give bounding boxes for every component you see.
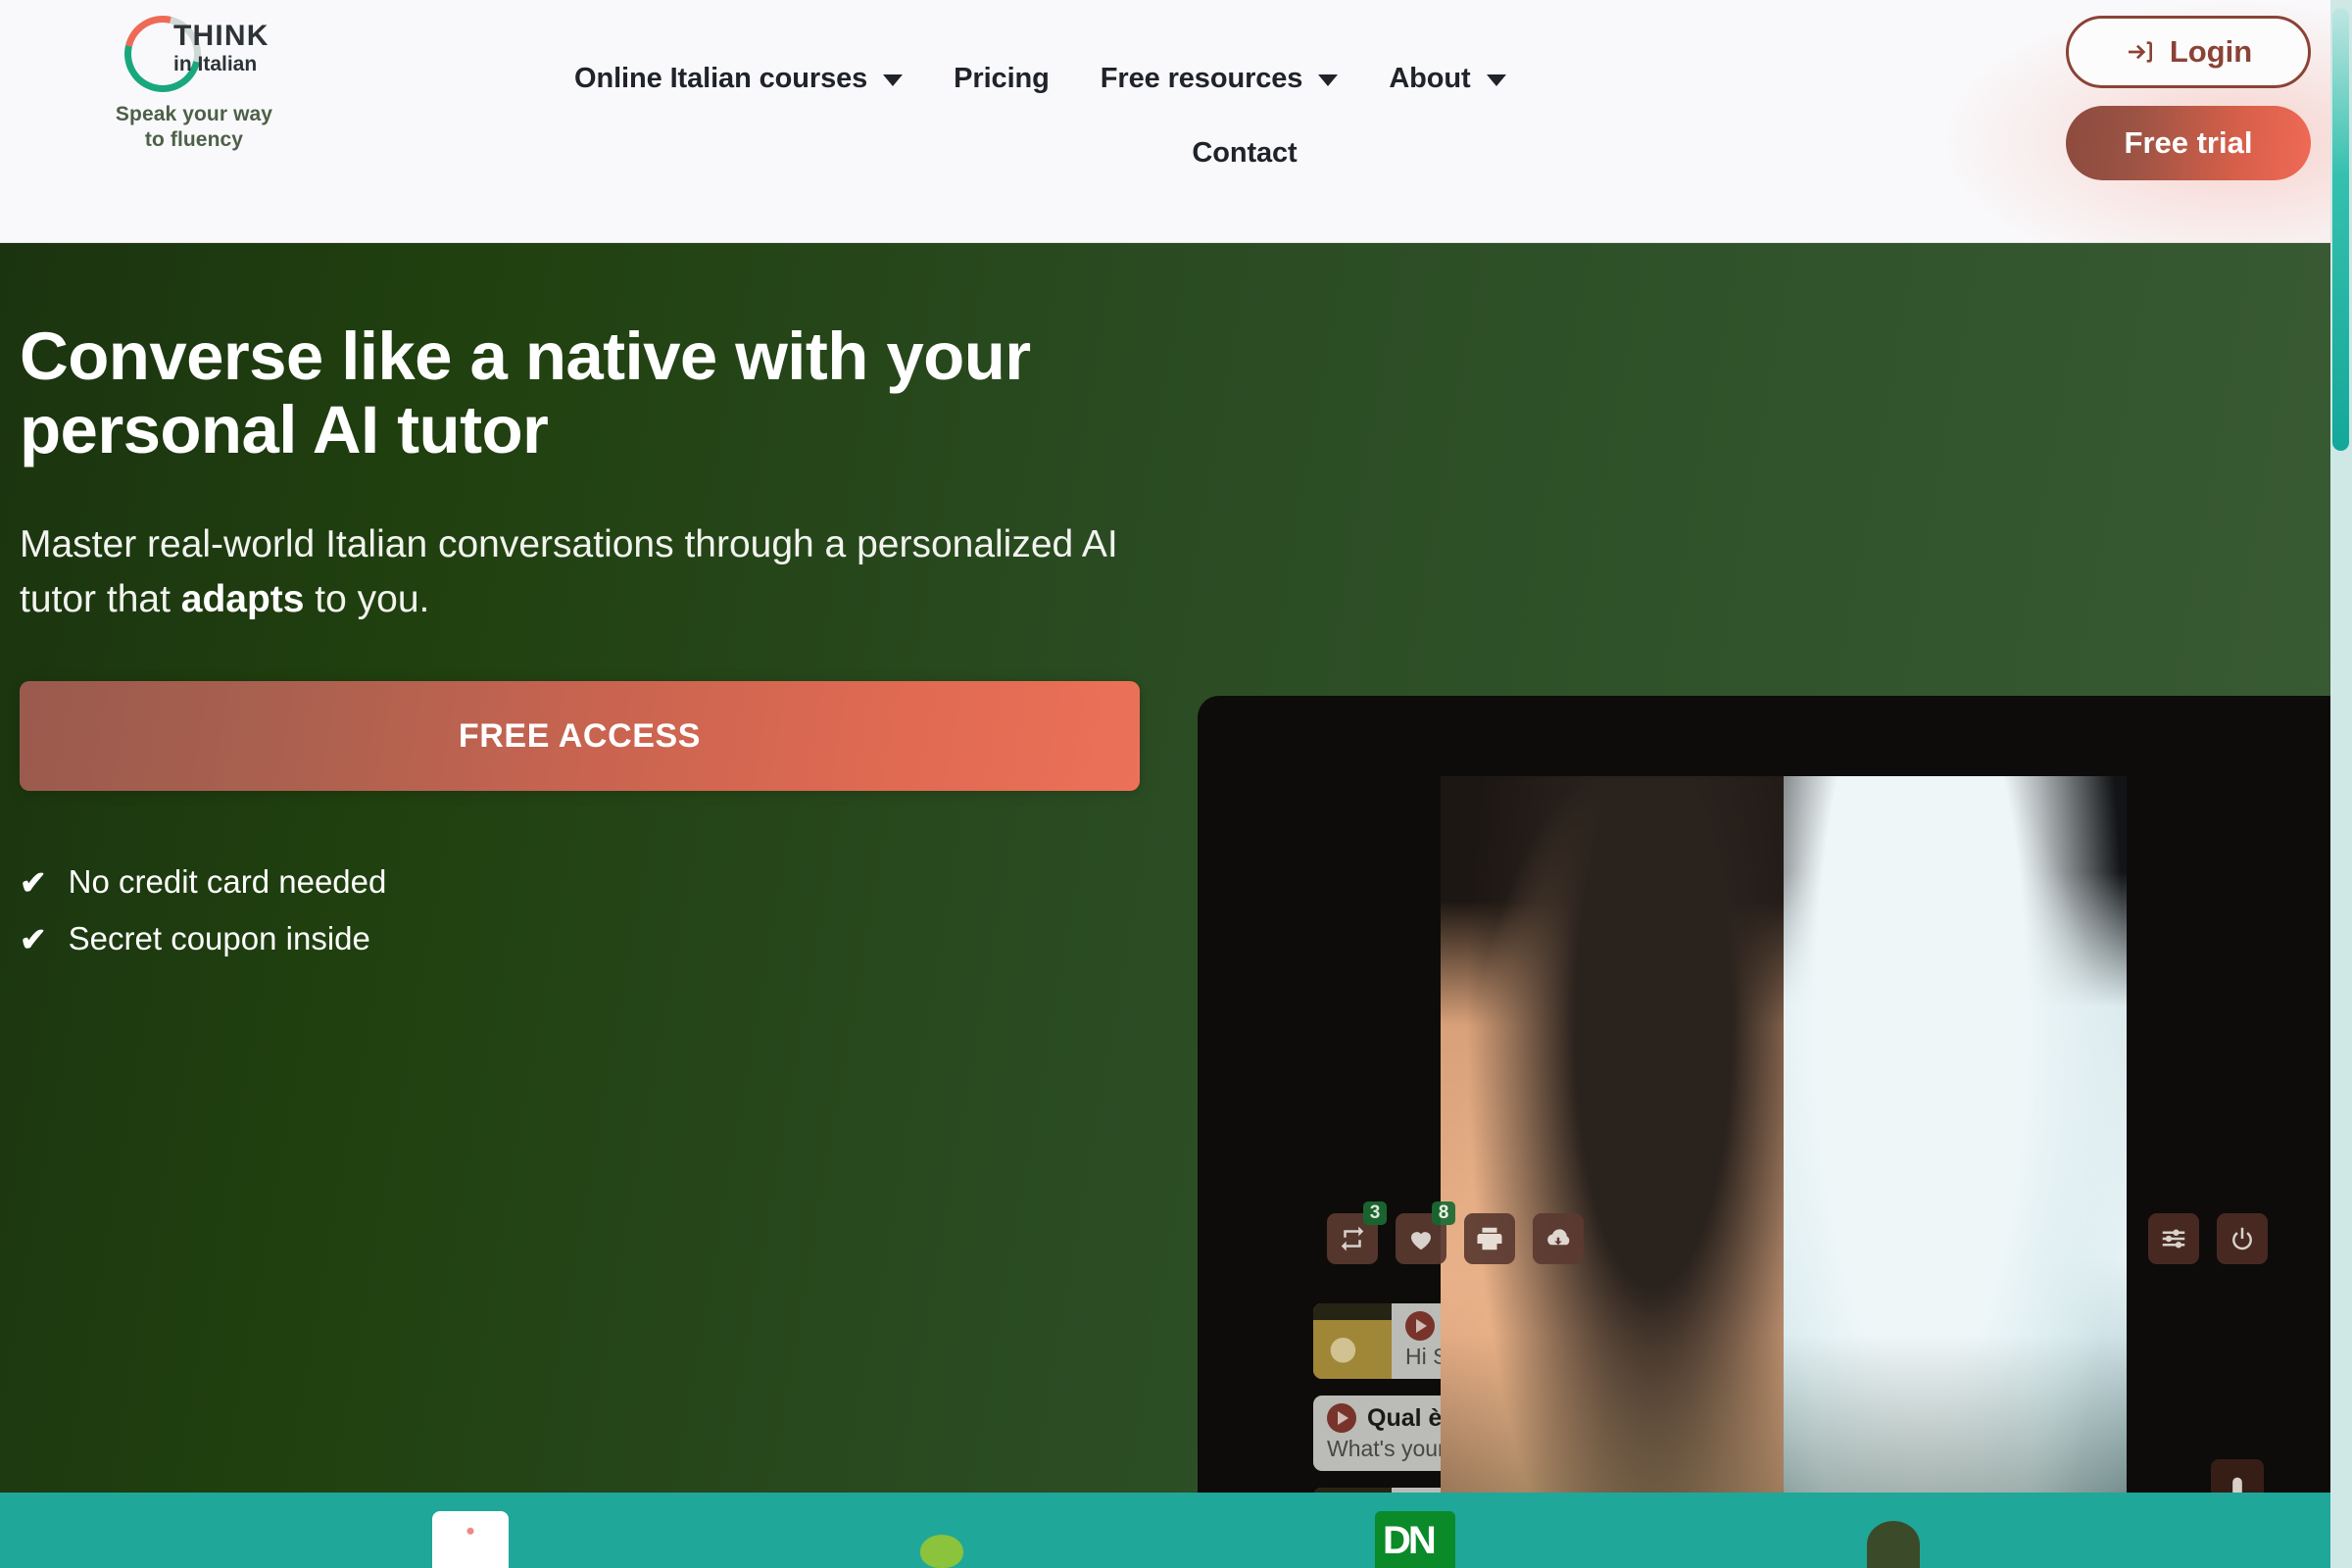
partner-logos [0,1493,2352,1568]
message-italian: Ciao Stefano! Fammi [1446,1311,1690,1340]
main-navigation: Online Italian courses Pricing Free reso… [549,0,1784,243]
login-button-label: Login [2169,34,2253,69]
nav-item-free-resources[interactable]: Free resources [1075,55,1364,103]
list-item: ✔ Secret coupon inside [20,920,1147,957]
free-access-button[interactable]: FREE ACCESS [20,681,1140,792]
play-icon[interactable] [1405,1311,1435,1341]
site-header: THINK in Italian Speak your way to fluen… [0,0,2352,243]
hero-section: Converse like a native with your persona… [0,243,2352,1493]
dn-logo [1375,1511,1455,1568]
free-access-label: FREE ACCESS [458,716,702,755]
avatar [2033,1396,2117,1471]
player-controls [2148,1213,2268,1264]
list-item[interactable]: Ciao Stefano! Fammi Hi Stefano! As [1313,1303,2117,1379]
logo-mark: THINK in Italian [110,1,268,107]
check-icon: ✔ [20,863,47,901]
cloud-download-icon[interactable] [1533,1213,1584,1264]
logo-tagline-line1: Speak your way [115,103,273,125]
babbel-logo [432,1511,509,1568]
hero-sub-bold: adapts [180,577,305,620]
logo-tagline: Speak your way to fluency [116,102,272,152]
hero-subtitle: Master real-world Italian conversations … [20,517,1147,626]
login-button[interactable]: Login [2066,16,2311,88]
cat-thumbnail [1313,1303,1392,1379]
nav-label: Contact [1192,136,1298,169]
free-trial-button[interactable]: Free trial [2066,106,2311,180]
list-item[interactable]: Qual è il tuo What's your ? [1313,1396,2117,1471]
nav-label: About [1389,62,1471,94]
headline-line-1: Converse like a native with your [20,318,1031,394]
message-english: What's your [1327,1436,1446,1461]
logo-think-text: THINK [173,20,270,52]
heartbeat-icon[interactable]: 8 [1396,1201,1455,1264]
benefit-label: Secret coupon inside [68,920,370,957]
lesson-toolbar: 3 8 [1327,1201,1584,1264]
hero-video-panel[interactable]: Ciao Stefano! Fammi Hi Stefano! As Qual … [1198,696,2352,1493]
message-english: Hi Stefano! As [1405,1344,1548,1369]
chevron-down-icon [1318,74,1339,86]
nav-label: Pricing [954,62,1050,94]
logo-in-italian-text: in Italian [173,53,258,75]
repeat-badge: 3 [1363,1201,1387,1225]
lesson-chat-list: Ciao Stefano! Fammi Hi Stefano! As Qual … [1313,1303,2117,1493]
logo-wordmark: THINK in Italian [173,22,268,76]
message-italian: Qual è il tuo [1367,1403,1508,1432]
scrollbar-thumb[interactable] [2332,8,2349,451]
benefit-label: No credit card needed [68,863,387,901]
microphone-icon[interactable] [2211,1459,2264,1493]
free-trial-label: Free trial [2124,125,2253,160]
repeat-icon[interactable]: 3 [1327,1201,1387,1264]
nav-item-pricing[interactable]: Pricing [928,55,1075,103]
nav-row-secondary: Contact [549,116,1784,190]
dark-leaf-logo [1867,1521,1920,1568]
hint-icon[interactable]: ? [1985,1396,2033,1471]
chevron-down-icon [883,74,904,86]
hero-copy: Converse like a native with your persona… [20,319,1147,957]
page-title: Converse like a native with your persona… [20,318,1147,468]
headline-line-2: personal AI tutor [20,392,549,468]
nav-item-contact[interactable]: Contact [1166,129,1322,177]
login-arrow-icon [2128,41,2152,63]
check-icon: ✔ [20,920,47,957]
nav-row-primary: Online Italian courses Pricing Free reso… [549,41,1784,116]
print-icon[interactable] [1464,1213,1515,1264]
nav-label: Free resources [1100,62,1303,94]
heartbeat-badge: 8 [1432,1201,1455,1225]
sliders-icon[interactable] [2148,1213,2199,1264]
partner-logos-strip [0,1493,2352,1568]
header-actions: Login Free trial [2066,16,2311,180]
duolingo-logo [920,1511,963,1568]
site-logo[interactable]: THINK in Italian Speak your way to fluen… [106,1,282,165]
hero-sub-after: to you. [304,577,430,620]
logo-tagline-line2: to fluency [144,127,244,151]
chevron-down-icon [1486,74,1506,86]
nav-item-online-italian-courses[interactable]: Online Italian courses [549,55,928,103]
list-item: ✔ No credit card needed [20,863,1147,901]
nav-item-about[interactable]: About [1363,55,1531,103]
play-icon[interactable] [1327,1403,1356,1433]
hero-benefits-list: ✔ No credit card needed ✔ Secret coupon … [20,863,1147,957]
nav-label: Online Italian courses [574,62,868,94]
power-icon[interactable] [2217,1213,2268,1264]
